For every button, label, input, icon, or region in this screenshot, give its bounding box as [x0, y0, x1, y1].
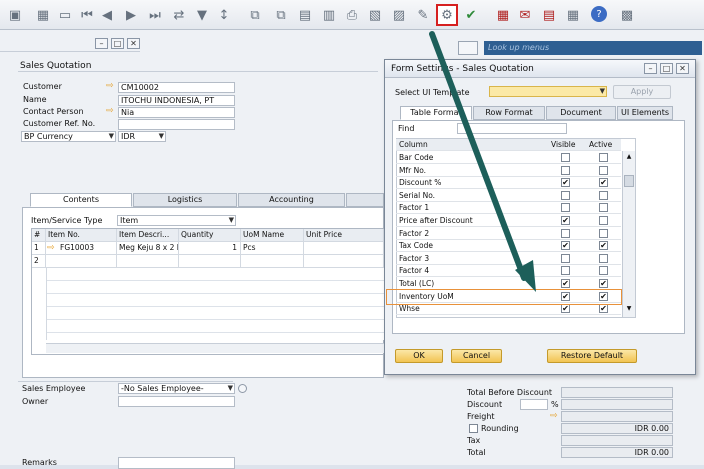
arrow-shaft — [429, 31, 527, 281]
annotation-arrow — [429, 31, 536, 292]
